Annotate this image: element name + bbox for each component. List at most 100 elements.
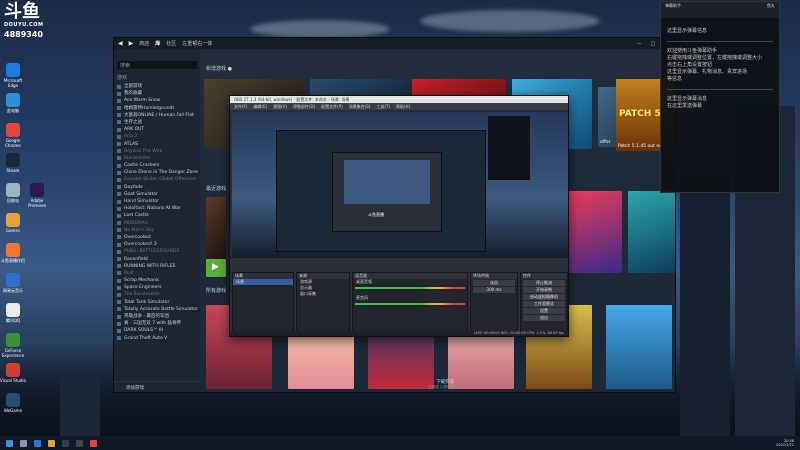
source-item[interactable]: 窗口采集: [297, 291, 349, 297]
obs-control-button[interactable]: 退出: [523, 315, 565, 321]
obs-control-button[interactable]: 设置: [523, 308, 565, 314]
obs-window[interactable]: OBS 27.1.3 (64-bit, windows) - 配置文件: 未命名…: [229, 95, 569, 337]
game-list-item[interactable]: Ace Warm Snow: [114, 97, 200, 104]
game-tile[interactable]: [206, 197, 226, 259]
game-list-item[interactable]: ATLAS: [114, 141, 200, 148]
game-list-label: Ace Warm Snow: [124, 98, 161, 104]
game-list-item[interactable]: Dayfade: [114, 184, 200, 191]
game-tile[interactable]: [606, 305, 672, 389]
game-list-item[interactable]: 生存之战: [114, 119, 200, 126]
game-list-item[interactable]: PUBG: BATTLEGROUNDS: [114, 248, 200, 255]
desktop-icon[interactable]: Visual Studio: [0, 363, 26, 383]
nav-library[interactable]: 库: [155, 40, 160, 47]
danmu-chat-panel[interactable]: 弹幕助手 鱼丸 这里显示弹幕信息 欢迎使用斗鱼弹幕助手 右键拖拽或调整位置，左键…: [660, 1, 780, 193]
game-list-item[interactable]: Rust: [114, 270, 200, 277]
desktop-icon[interactable]: 斗鱼直播伴侣: [0, 243, 26, 263]
game-tile[interactable]: [568, 191, 622, 273]
taskbar-clock[interactable]: 20:58 2022/1/22: [776, 439, 794, 447]
duration-input[interactable]: 300 ms: [473, 287, 515, 293]
game-list-item[interactable]: Lost Castle: [114, 212, 200, 219]
scenes-dock: 场景 场景: [232, 272, 294, 334]
game-list-item[interactable]: 真 · 三国无双 7 with 猛将传: [114, 320, 200, 327]
game-list-item[interactable]: Aria 2: [114, 133, 200, 140]
obs-menu-item[interactable]: 编辑(E): [253, 103, 267, 110]
transition-select[interactable]: 淡出: [473, 280, 515, 286]
desktop-icon[interactable]: Microsoft Edge: [0, 63, 26, 88]
game-list-item[interactable]: Grand Theft Auto V: [114, 335, 200, 342]
game-list-label: Beyond The Wire: [124, 148, 163, 154]
nav-user[interactable]: 左重郁右一体: [182, 40, 212, 47]
obs-menu-item[interactable]: 场景集合(S): [349, 103, 371, 110]
game-list-item[interactable]: No Man's Sky: [114, 227, 200, 234]
obs-control-button[interactable]: 停止推流: [523, 280, 565, 286]
game-list-item[interactable]: Ravenfield: [114, 256, 200, 263]
steam-icon[interactable]: [62, 439, 69, 447]
obs-control-button[interactable]: 启动虚拟摄像机: [523, 294, 565, 300]
back-icon[interactable]: ◀: [118, 40, 123, 47]
obs-menu-item[interactable]: 视图(V): [273, 103, 287, 110]
game-list-item[interactable]: The Survivalists: [114, 291, 200, 298]
game-list-item[interactable]: RUNNING WITH RIFLES: [114, 263, 200, 270]
game-list-item[interactable]: Clone Drone in The Danger Zone: [114, 169, 200, 176]
obs-control-button[interactable]: 工作室模式: [523, 301, 565, 307]
game-list-item[interactable]: MORDHAU: [114, 220, 200, 227]
game-list-item[interactable]: 哈姆雷特Hamletgoundl: [114, 105, 200, 112]
obs-menu-item[interactable]: 帮助(H): [396, 103, 410, 110]
search-icon[interactable]: [20, 439, 27, 447]
obs-menu-item[interactable]: 停靠部件(D): [293, 103, 315, 110]
game-list-item[interactable]: Scrap Mechanic: [114, 277, 200, 284]
game-list-item[interactable]: Totally Accurate Battle Simulator: [114, 306, 200, 313]
start-icon[interactable]: [6, 439, 13, 447]
game-list-item[interactable]: Hand Simulator: [114, 198, 200, 205]
game-list-item[interactable]: Overcooked: [114, 234, 200, 241]
game-list-item[interactable]: 大富翁ONLINE / Human Fall Flat: [114, 112, 200, 119]
nav-community[interactable]: 社区: [166, 40, 176, 47]
minimize-icon[interactable]: —: [635, 41, 643, 47]
obs-menu-item[interactable]: 配置文件(P): [321, 103, 343, 110]
add-game-button[interactable]: 添加游戏: [114, 381, 200, 392]
game-list-item[interactable]: Total Tank Simulator: [114, 299, 200, 306]
game-list-item[interactable]: Goat Simulator: [114, 191, 200, 198]
nav-store[interactable]: 商店: [139, 40, 149, 47]
scene-item[interactable]: 场景: [233, 279, 293, 285]
chat-gift[interactable]: 鱼丸: [767, 2, 775, 18]
library-search-input[interactable]: 搜索: [117, 61, 197, 69]
game-list-item[interactable]: Counter-Strike: Global Offensive: [114, 176, 200, 183]
mixer-dock: 混音器 桌面音频 麦克风: [352, 272, 468, 334]
desktop-icon[interactable]: Adobe Premiere: [24, 183, 50, 208]
folder-icon[interactable]: [48, 439, 55, 447]
desktop-icon[interactable]: 网易云音乐: [0, 273, 26, 293]
maximize-icon[interactable]: □: [649, 41, 657, 47]
desktop-icon[interactable]: Steam: [0, 153, 26, 173]
desktop-icon[interactable]: 腾讯QQ: [0, 303, 26, 323]
library-header[interactable]: 游戏: [114, 72, 200, 83]
game-list-item[interactable]: Overcooked! 2: [114, 241, 200, 248]
game-list-item[interactable]: Beyond The Wire: [114, 148, 200, 155]
chrome-icon[interactable]: [90, 439, 97, 447]
game-list-item[interactable]: 我的收藏: [114, 90, 200, 97]
play-button[interactable]: ▶: [206, 259, 226, 277]
desktop-icon[interactable]: 此电脑: [0, 93, 26, 113]
obs-control-button[interactable]: 开始录制: [523, 287, 565, 293]
download-status[interactable]: 下载完成 已完成 1 项中的 1 项: [400, 379, 490, 390]
game-tile[interactable]: [628, 191, 675, 273]
game-list-item[interactable]: Blacksmiter: [114, 155, 200, 162]
obs-icon[interactable]: [76, 439, 83, 447]
obs-menu-item[interactable]: 文件(F): [234, 103, 247, 110]
game-list-item[interactable]: Castle Crashers: [114, 162, 200, 169]
game-list-item[interactable]: 英雄战争 - 最后的军团: [114, 313, 200, 320]
obs-menu-item[interactable]: 工具(T): [376, 103, 390, 110]
desktop-icon[interactable]: GeForce Experience: [0, 333, 26, 358]
game-list-item[interactable]: Space Engineers: [114, 284, 200, 291]
game-list-item[interactable]: DARK SOULS™ III: [114, 327, 200, 334]
desktop-icon[interactable]: 回收站: [0, 183, 26, 203]
obs-preview[interactable]: 斗鱼直播: [232, 112, 568, 258]
desktop-icon[interactable]: WeGame: [0, 393, 26, 413]
desktop-icon[interactable]: Google Chrome: [0, 123, 26, 148]
game-list-item[interactable]: HoloRact: Nations At War: [114, 205, 200, 212]
edge-icon[interactable]: [34, 439, 41, 447]
forward-icon[interactable]: ▶: [129, 40, 134, 47]
game-list-item[interactable]: 全部游戏: [114, 83, 200, 90]
desktop-icon[interactable]: Games: [0, 213, 26, 233]
game-list-item[interactable]: ARK OUT: [114, 126, 200, 133]
